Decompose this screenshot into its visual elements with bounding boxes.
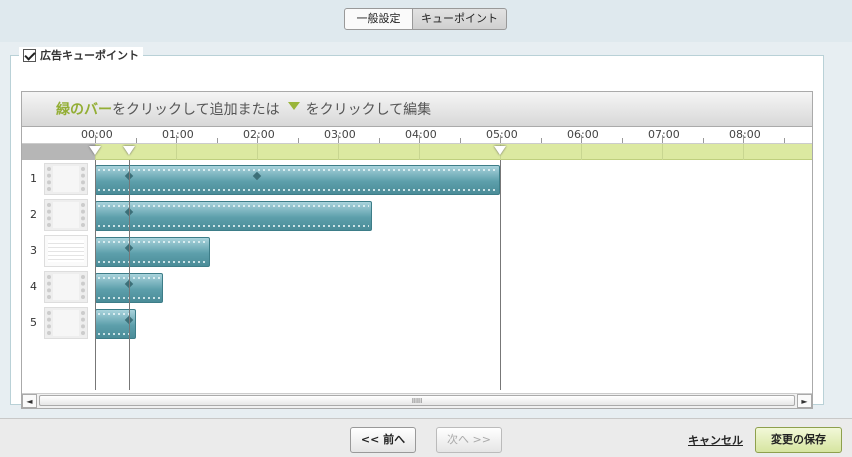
scroll-thumb[interactable]: IIIII bbox=[39, 395, 795, 406]
tab-cue-points[interactable]: キューポイント bbox=[413, 8, 507, 30]
ruler-tick bbox=[419, 135, 420, 143]
previous-button[interactable]: << 前へ bbox=[350, 427, 416, 453]
ruler-tick bbox=[176, 135, 177, 143]
row-number: 3 bbox=[30, 244, 37, 257]
clip-bar[interactable] bbox=[95, 237, 210, 267]
ruler-tick bbox=[581, 135, 582, 143]
ruler-tick bbox=[783, 138, 785, 143]
scroll-left-button[interactable]: ◄ bbox=[22, 394, 37, 408]
cue-point-line bbox=[128, 160, 130, 390]
timeline-editor: 緑のバー をクリックして追加または をクリックして編集 00:00 01:00 02… bbox=[21, 91, 813, 409]
clip-row: 5 bbox=[22, 306, 812, 340]
footer-bar: << 前へ 次へ >> キャンセル 変更の保存 bbox=[0, 418, 852, 457]
cue-bar-tick bbox=[338, 144, 339, 160]
ruler-tick-label: 06:00 bbox=[567, 128, 599, 141]
main-panel: 広告キューポイント 緑のバー をクリックして追加または をクリックして編集 00… bbox=[0, 42, 852, 418]
ruler-tick bbox=[702, 138, 704, 143]
cue-bar-tick bbox=[662, 144, 663, 160]
ruler-tick bbox=[378, 138, 380, 143]
section-title: 広告キューポイント bbox=[40, 49, 139, 62]
clip-row: 1 bbox=[22, 162, 812, 196]
cue-point-marker-icon[interactable] bbox=[123, 146, 136, 156]
row-number: 1 bbox=[30, 172, 37, 185]
instruction-text-1: をクリックして追加または bbox=[112, 102, 280, 118]
video-thumbnail bbox=[44, 271, 88, 303]
cue-point-line bbox=[95, 160, 96, 390]
ruler-tick-label: 01:00 bbox=[162, 128, 194, 141]
cue-bar-tick bbox=[257, 144, 258, 160]
clip-row: 2 bbox=[22, 198, 812, 232]
video-thumbnail bbox=[44, 199, 88, 231]
tab-bar: 一般設定 キューポイント bbox=[0, 0, 852, 42]
cue-bar-tick bbox=[176, 144, 177, 160]
ruler-tick bbox=[621, 138, 623, 143]
ruler-tick-label: 05:00 bbox=[486, 128, 518, 141]
ruler-tick-label: 04:00 bbox=[405, 128, 437, 141]
ruler-tick bbox=[743, 135, 744, 143]
cue-point-bar[interactable] bbox=[22, 144, 812, 160]
cue-point-line bbox=[500, 160, 501, 390]
instruction-text-2: をクリックして編集 bbox=[305, 102, 432, 118]
row-number: 4 bbox=[30, 280, 37, 293]
cue-bar-tick bbox=[419, 144, 420, 160]
ruler-tick bbox=[297, 138, 299, 143]
video-thumbnail bbox=[44, 163, 88, 195]
cue-bar-tick bbox=[581, 144, 582, 160]
clip-rows: 1 2 3 4 5 bbox=[22, 160, 812, 390]
cue-point-marker-icon[interactable] bbox=[494, 146, 507, 156]
cue-bar-inactive-area bbox=[22, 144, 95, 160]
section-legend: 広告キューポイント bbox=[19, 47, 143, 63]
clip-row: 4 bbox=[22, 270, 812, 304]
ruler-tick bbox=[500, 135, 501, 143]
row-number: 5 bbox=[30, 316, 37, 329]
ruler-tick-label: 07:00 bbox=[648, 128, 680, 141]
cue-marker-icon bbox=[287, 102, 300, 110]
ruler-tick bbox=[216, 138, 218, 143]
save-changes-button[interactable]: 変更の保存 bbox=[755, 427, 842, 453]
cue-point-marker-icon[interactable] bbox=[89, 146, 102, 156]
ruler-tick-label: 02:00 bbox=[243, 128, 275, 141]
ruler-tick bbox=[257, 135, 258, 143]
scroll-track[interactable]: IIIII bbox=[37, 394, 797, 408]
next-button[interactable]: 次へ >> bbox=[436, 427, 502, 453]
instruction-green-bar: 緑のバー bbox=[56, 102, 112, 118]
horizontal-scrollbar[interactable]: ◄ IIIII ► bbox=[22, 393, 812, 408]
ruler-tick bbox=[135, 138, 137, 143]
ad-cue-points-checkbox[interactable] bbox=[23, 48, 36, 62]
cue-bar-tick bbox=[743, 144, 744, 160]
ruler-tick bbox=[95, 135, 96, 143]
tab-general-settings[interactable]: 一般設定 bbox=[344, 8, 413, 30]
ruler-tick bbox=[459, 138, 461, 143]
clip-bar[interactable] bbox=[95, 165, 500, 195]
ruler-tick-label: 03:00 bbox=[324, 128, 356, 141]
ruler-tick bbox=[662, 135, 663, 143]
scroll-right-button[interactable]: ► bbox=[797, 394, 812, 408]
clip-row: 3 bbox=[22, 234, 812, 268]
cancel-link[interactable]: キャンセル bbox=[688, 432, 743, 448]
row-number: 2 bbox=[30, 208, 37, 221]
timeline-instructions: 緑のバー をクリックして追加または をクリックして編集 bbox=[22, 92, 812, 127]
ruler-tick bbox=[540, 138, 542, 143]
clip-bar[interactable] bbox=[95, 201, 372, 231]
ruler-tick bbox=[338, 135, 339, 143]
ad-cue-points-section: 広告キューポイント 緑のバー をクリックして追加または をクリックして編集 00… bbox=[10, 47, 824, 409]
ruler-tick-label: 08:00 bbox=[729, 128, 761, 141]
time-ruler: 00:00 01:00 02:00 03:00 04:00 05:00 06:00 07:00… bbox=[22, 127, 812, 144]
ruler-tick-label: 00:00 bbox=[81, 128, 113, 141]
video-thumbnail bbox=[44, 307, 88, 339]
document-thumbnail bbox=[44, 235, 88, 267]
